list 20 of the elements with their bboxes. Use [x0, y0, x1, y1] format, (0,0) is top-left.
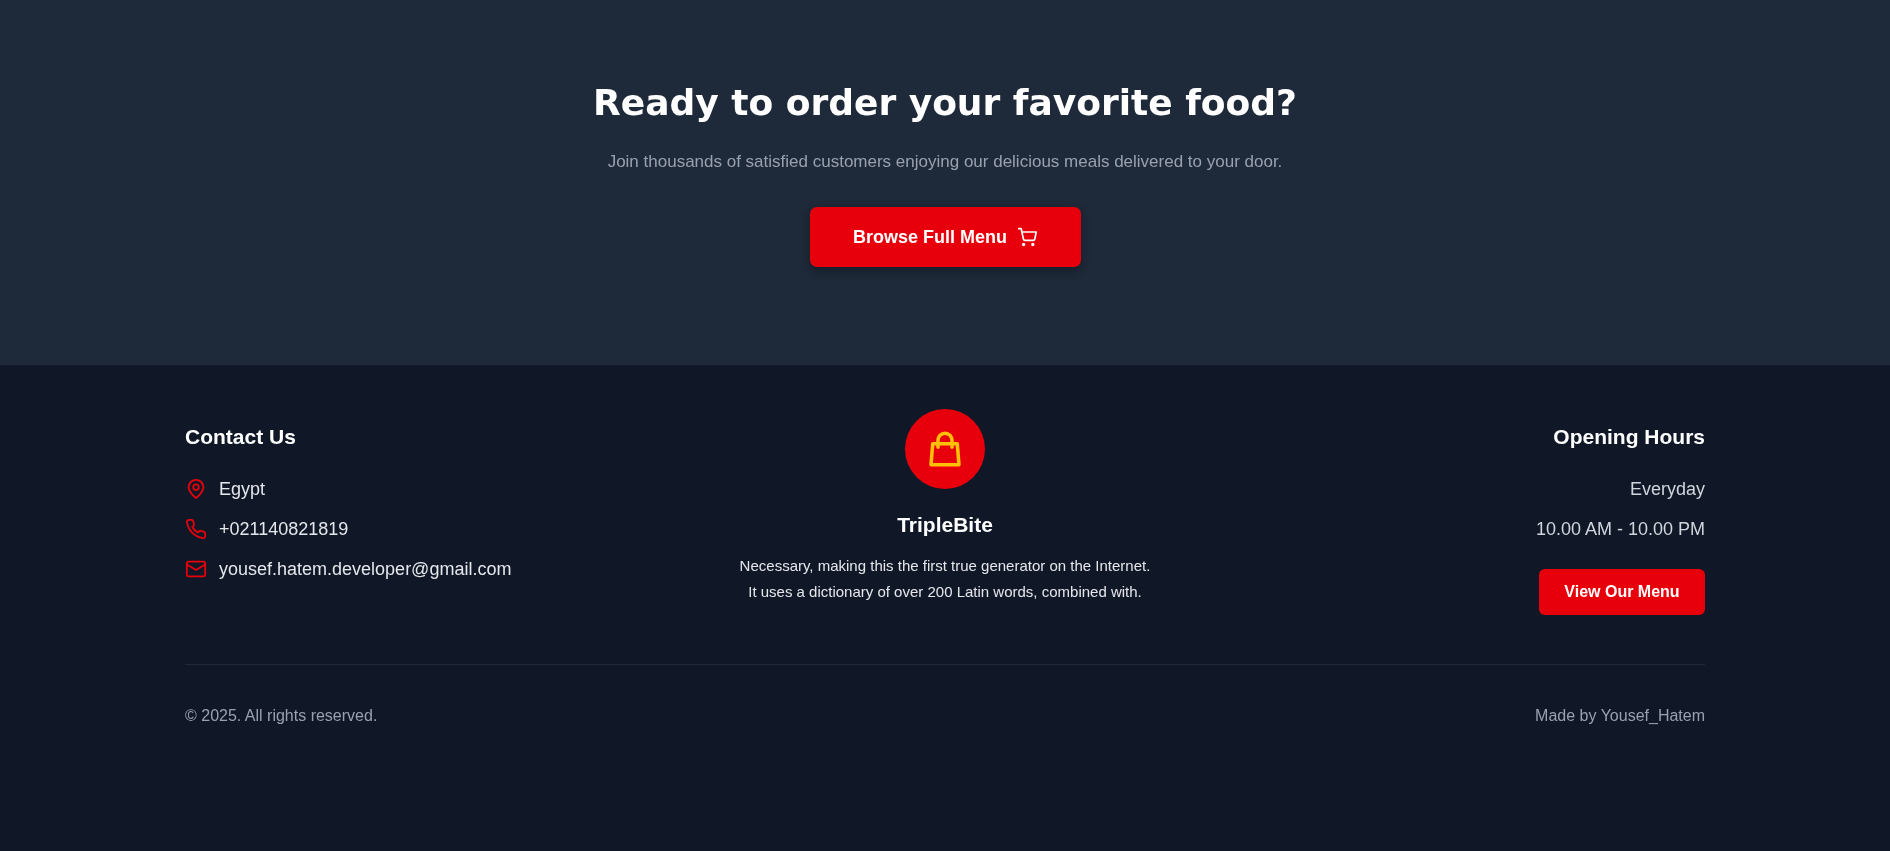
cart-icon: [1017, 227, 1037, 247]
contact-text: yousef.hatem.developer@gmail.com: [219, 558, 512, 580]
cta-subtitle: Join thousands of satisfied customers enjoying our delicious meals delivered to your door.: [607, 152, 1283, 172]
hours-time: 10.00 AM - 10.00 PM: [1535, 518, 1705, 541]
cta-title: Ready to order your favorite food?: [593, 81, 1297, 125]
brand-description: Necessary, making this the first true generator on the Internet.: [739, 556, 1151, 576]
browse-menu-button[interactable]: Browse Full Menu: [809, 207, 1081, 267]
view-menu-button[interactable]: View Our Menu: [1539, 569, 1705, 615]
location-pin-icon: [185, 478, 207, 500]
hours-heading: Opening Hours: [1553, 425, 1705, 449]
brand-description: It uses a dictionary of over 200 Latin words, combined with.: [747, 582, 1143, 602]
contact-text: Egypt: [219, 478, 266, 500]
contact-text: +021140821819: [219, 518, 349, 540]
hours-days: Everyday: [1629, 469, 1705, 509]
envelope-icon: [185, 558, 207, 580]
credit-text: Made by Yousef_Hatem: [1535, 707, 1705, 725]
copyright-text: © 2025. All rights reserved.: [185, 707, 378, 725]
contact-heading: Contact Us: [185, 425, 297, 449]
brand-name: TripleBite: [897, 513, 993, 537]
phone-icon: [185, 518, 207, 540]
